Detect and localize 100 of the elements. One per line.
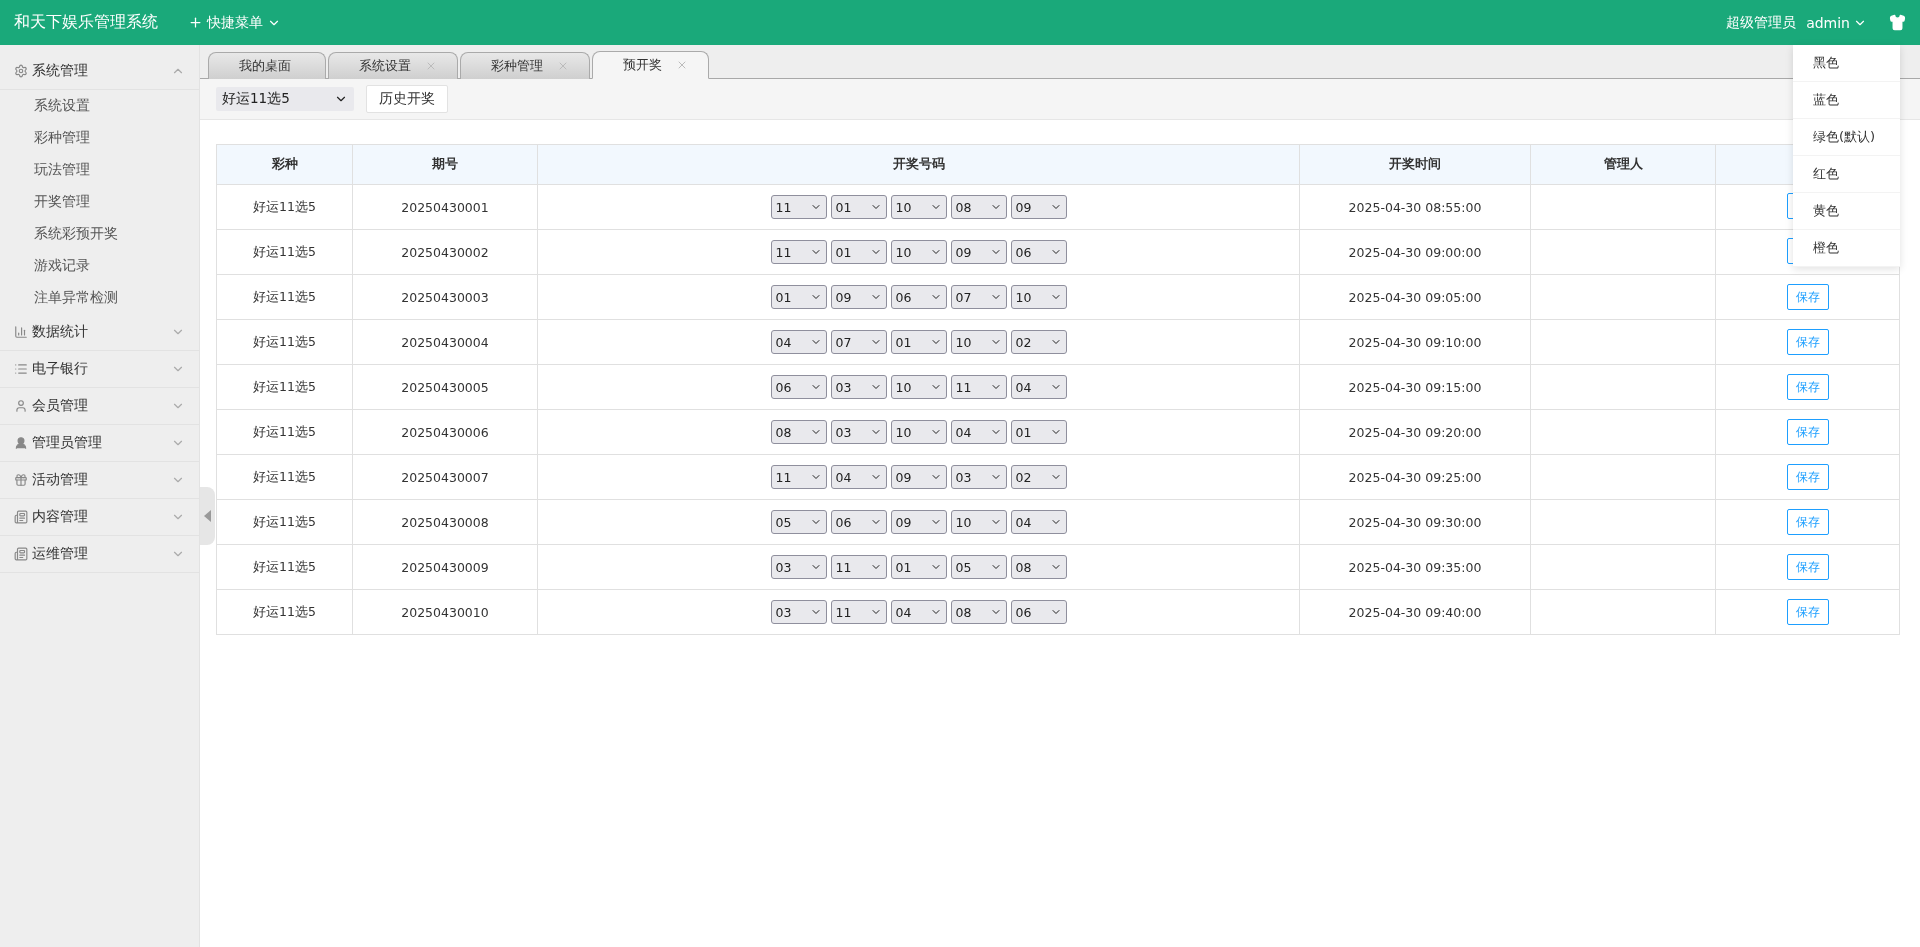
sidebar-item[interactable]: 注单异常检测 — [0, 282, 199, 314]
user-role: 超级管理员 — [1726, 13, 1797, 32]
number-select[interactable]: 08 — [770, 420, 827, 444]
sidebar-icon — [14, 436, 28, 450]
number-select[interactable]: 09 — [890, 510, 947, 534]
sidebar-icon — [14, 510, 28, 524]
close-icon[interactable] — [557, 60, 569, 72]
sidebar-item[interactable]: 游戏记录 — [0, 250, 199, 282]
number-select[interactable]: 11 — [770, 240, 827, 264]
sidebar-icon — [14, 64, 28, 78]
number-select[interactable]: 09 — [890, 465, 947, 489]
number-select[interactable]: 09 — [950, 240, 1007, 264]
number-select[interactable]: 07 — [830, 330, 887, 354]
tab[interactable]: 我的桌面 — [208, 52, 326, 79]
number-select[interactable]: 08 — [950, 600, 1007, 624]
sidebar-item[interactable]: 开奖管理 — [0, 186, 199, 218]
sidebar-group[interactable]: 活动管理 — [0, 462, 199, 499]
table-cell: 2025-04-30 08:55:00 — [1299, 184, 1531, 230]
shirt-icon[interactable] — [1889, 14, 1906, 31]
close-icon[interactable] — [676, 59, 688, 71]
number-select[interactable]: 09 — [1010, 195, 1067, 219]
sidebar-item[interactable]: 彩种管理 — [0, 122, 199, 154]
number-select[interactable]: 09 — [830, 285, 887, 309]
number-select[interactable]: 01 — [830, 240, 887, 264]
table-cell: 好运11选5 — [216, 589, 353, 635]
number-select[interactable]: 01 — [890, 555, 947, 579]
number-select[interactable]: 06 — [1010, 600, 1067, 624]
number-select[interactable]: 10 — [890, 375, 947, 399]
sidebar-group[interactable]: 电子银行 — [0, 351, 199, 388]
number-select[interactable]: 03 — [950, 465, 1007, 489]
app-title: 和天下娱乐管理系统 — [14, 12, 158, 33]
lottery-select[interactable]: 好运11选5 — [216, 87, 354, 111]
sidebar-group[interactable]: 管理员管理 — [0, 425, 199, 462]
table-cell: 好运11选5 — [216, 499, 353, 545]
number-select[interactable]: 04 — [830, 465, 887, 489]
sidebar-group[interactable]: 系统管理 — [0, 53, 199, 90]
number-select[interactable]: 10 — [890, 195, 947, 219]
table-cell: 2025-04-30 09:40:00 — [1299, 589, 1531, 635]
sidebar-item[interactable]: 系统设置 — [0, 90, 199, 122]
number-select[interactable]: 11 — [770, 195, 827, 219]
number-select[interactable]: 04 — [950, 420, 1007, 444]
number-select[interactable]: 08 — [1010, 555, 1067, 579]
table-cell: 20250430007 — [352, 454, 538, 500]
table-cell: 好运11选5 — [216, 454, 353, 500]
number-select[interactable]: 08 — [950, 195, 1007, 219]
number-select[interactable]: 01 — [770, 285, 827, 309]
table-cell: 好运11选5 — [216, 229, 353, 275]
sidebar-icon — [14, 362, 28, 376]
number-select[interactable]: 01 — [890, 330, 947, 354]
number-select[interactable]: 06 — [770, 375, 827, 399]
number-select[interactable]: 04 — [770, 330, 827, 354]
tab[interactable]: 彩种管理 — [460, 52, 590, 79]
number-select[interactable]: 03 — [770, 555, 827, 579]
tab[interactable]: 系统设置 — [328, 52, 458, 79]
number-select[interactable]: 04 — [1010, 510, 1067, 534]
number-select[interactable]: 05 — [950, 555, 1007, 579]
number-select[interactable]: 10 — [950, 330, 1007, 354]
table-cell: 2025-04-30 09:10:00 — [1299, 319, 1531, 365]
column-header: 管理人 — [1530, 144, 1716, 185]
sidebar-group[interactable]: 数据统计 — [0, 314, 199, 351]
number-select[interactable]: 03 — [770, 600, 827, 624]
number-select[interactable]: 11 — [770, 465, 827, 489]
sidebar-icon — [14, 547, 28, 561]
column-header: 开奖时间 — [1299, 144, 1531, 185]
number-select[interactable]: 04 — [1010, 375, 1067, 399]
history-button[interactable]: 历史开奖 — [366, 85, 448, 113]
number-select[interactable]: 01 — [830, 195, 887, 219]
number-select[interactable]: 07 — [950, 285, 1007, 309]
number-select[interactable]: 06 — [830, 510, 887, 534]
number-select[interactable]: 10 — [1010, 285, 1067, 309]
sidebar-group[interactable]: 内容管理 — [0, 499, 199, 536]
sidebar-icon — [14, 399, 28, 413]
number-select[interactable]: 04 — [890, 600, 947, 624]
number-select[interactable]: 10 — [890, 420, 947, 444]
number-select[interactable]: 03 — [830, 375, 887, 399]
number-select[interactable]: 02 — [1010, 330, 1067, 354]
sidebar-item[interactable]: 玩法管理 — [0, 154, 199, 186]
table-cell: 20250430002 — [352, 229, 538, 275]
number-select[interactable]: 01 — [1010, 420, 1067, 444]
sidebar-group[interactable]: 会员管理 — [0, 388, 199, 425]
number-select[interactable]: 11 — [830, 600, 887, 624]
number-select[interactable]: 06 — [1010, 240, 1067, 264]
number-select[interactable]: 02 — [1010, 465, 1067, 489]
tab[interactable]: 预开奖 — [592, 51, 709, 79]
table-cell: 20250430006 — [352, 409, 538, 455]
table-cell: 2025-04-30 09:30:00 — [1299, 499, 1531, 545]
sidebar-item[interactable]: 系统彩预开奖 — [0, 218, 199, 250]
triangle-left-icon — [204, 510, 211, 522]
number-select[interactable]: 05 — [770, 510, 827, 534]
number-select[interactable]: 11 — [830, 555, 887, 579]
number-select[interactable]: 10 — [950, 510, 1007, 534]
close-icon[interactable] — [425, 60, 437, 72]
number-select[interactable]: 11 — [950, 375, 1007, 399]
number-select[interactable]: 10 — [890, 240, 947, 264]
table-cell: 20250430005 — [352, 364, 538, 410]
number-select[interactable]: 06 — [890, 285, 947, 309]
collapse-handle[interactable] — [200, 487, 215, 545]
table-cell: 2025-04-30 09:35:00 — [1299, 544, 1531, 590]
sidebar-group[interactable]: 运维管理 — [0, 536, 199, 573]
number-select[interactable]: 03 — [830, 420, 887, 444]
